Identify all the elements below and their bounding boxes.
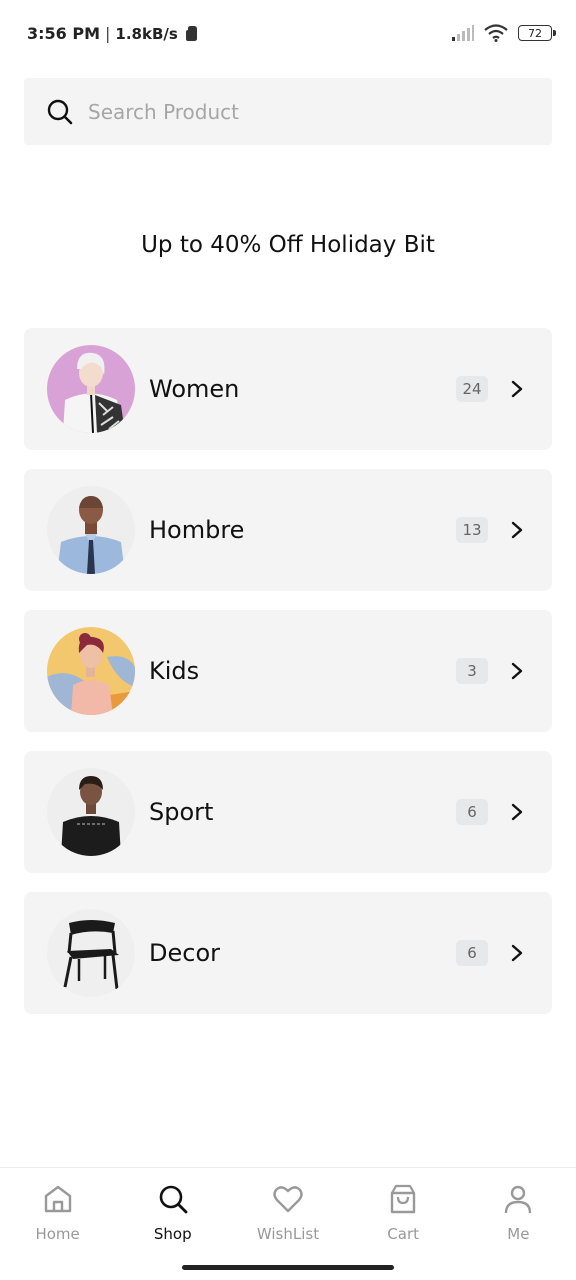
category-list: Women 24 Hombre 13 Kids 3 Sport 6 Decor …: [24, 328, 552, 1033]
status-left: 3:56 PM | 1.8kB/s: [27, 24, 198, 43]
nav-label-me: Me: [507, 1225, 530, 1243]
shopping-bag-icon: [390, 1184, 416, 1214]
nav-label-cart: Cart: [387, 1225, 420, 1243]
category-count-badge: 13: [456, 517, 488, 543]
category-count-badge: 6: [456, 799, 488, 825]
category-name: Hombre: [149, 516, 245, 544]
category-name: Decor: [149, 939, 220, 967]
home-icon: [44, 1185, 71, 1213]
category-card-women[interactable]: Women 24: [24, 328, 552, 450]
category-card-kids[interactable]: Kids 3: [24, 610, 552, 732]
nav-label-wishlist: WishList: [256, 1225, 320, 1243]
user-icon: [505, 1185, 532, 1214]
heart-icon: [273, 1186, 303, 1213]
status-time: 3:56 PM: [27, 24, 101, 43]
category-card-decor[interactable]: Decor 6: [24, 892, 552, 1014]
category-count-badge: 3: [456, 658, 488, 684]
chevron-right-icon: [511, 380, 523, 398]
search-icon: [47, 99, 73, 124]
network-speed: 1.8kB/s: [115, 24, 178, 43]
search-icon: [159, 1185, 188, 1214]
nav-item-cart[interactable]: Cart: [346, 1168, 461, 1280]
battery-level: 72: [528, 26, 542, 40]
search-bar[interactable]: [24, 78, 552, 145]
search-input[interactable]: [88, 99, 508, 124]
category-count-badge: 24: [456, 376, 488, 402]
home-indicator-bar[interactable]: [182, 1265, 394, 1270]
category-count-badge: 6: [456, 940, 488, 966]
nav-label-shop: Shop: [153, 1225, 192, 1243]
battery-indicator: 72: [518, 25, 556, 41]
category-name: Women: [149, 375, 240, 403]
notification-app-icon: [185, 26, 197, 41]
girl-pink-top-photo: [47, 627, 135, 715]
nav-item-shop[interactable]: Shop: [115, 1168, 230, 1280]
black-chair-photo: [47, 909, 135, 997]
man-shirt-tie-photo: [47, 486, 135, 574]
chevron-right-icon: [511, 662, 523, 680]
nav-item-wishlist[interactable]: WishList: [230, 1168, 345, 1280]
chevron-right-icon: [511, 944, 523, 962]
category-card-hombre[interactable]: Hombre 13: [24, 469, 552, 591]
signal-icon: [452, 25, 474, 41]
bottom-navigation: Home Shop WishList Cart Me: [0, 1167, 576, 1280]
woman-black-tee-photo: [47, 768, 135, 856]
category-name: Sport: [149, 798, 214, 826]
status-separator: |: [105, 24, 111, 43]
category-name: Kids: [149, 657, 200, 685]
nav-item-home[interactable]: Home: [0, 1168, 115, 1280]
wifi-icon: [484, 24, 508, 42]
nav-label-home: Home: [35, 1225, 80, 1243]
promo-banner-text: Up to 40% Off Holiday Bit: [141, 232, 435, 258]
nav-item-me[interactable]: Me: [461, 1168, 576, 1280]
category-card-sport[interactable]: Sport 6: [24, 751, 552, 873]
status-right: 72: [452, 24, 556, 42]
chevron-right-icon: [511, 803, 523, 821]
woman-fashion-photo: [47, 345, 135, 433]
chevron-right-icon: [511, 521, 523, 539]
status-bar: 3:56 PM | 1.8kB/s 72: [0, 0, 576, 70]
